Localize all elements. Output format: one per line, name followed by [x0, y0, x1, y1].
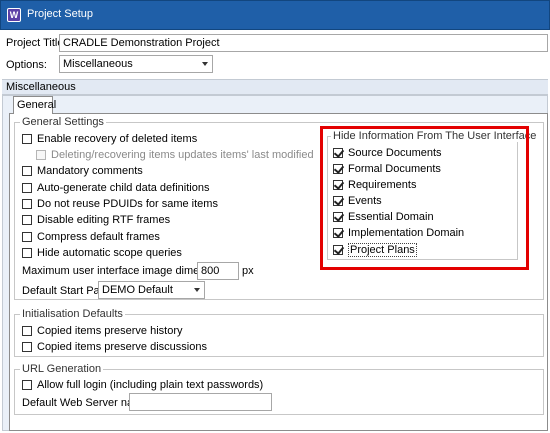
checkbox-label: Deleting/recovering items updates items'…: [51, 149, 316, 161]
preserve-history-checkbox[interactable]: Copied items preserve history: [22, 325, 183, 337]
checkbox-label: Hide automatic scope queries: [37, 247, 182, 259]
url-generation-title: URL Generation: [20, 363, 104, 375]
disable-rtf-checkbox[interactable]: Disable editing RTF frames: [22, 214, 170, 226]
checkbox-box[interactable]: [22, 215, 32, 225]
project-title-input[interactable]: CRADLE Demonstration Project: [59, 34, 548, 52]
checkbox-box[interactable]: [22, 326, 32, 336]
checkbox-box[interactable]: [22, 232, 32, 242]
web-server-input[interactable]: [129, 393, 272, 411]
checkbox-box: [36, 150, 46, 160]
max-image-dim-input[interactable]: 800: [197, 262, 239, 280]
allow-full-login-checkbox[interactable]: Allow full login (including plain text p…: [22, 379, 263, 391]
checkbox-label: Auto-generate child data definitions: [37, 182, 210, 194]
checkbox-label: Allow full login (including plain text p…: [37, 379, 264, 391]
options-selected-value: Miscellaneous: [63, 58, 133, 70]
general-settings-title: General Settings: [20, 116, 106, 128]
checkbox-label: Copied items preserve discussions: [37, 341, 207, 353]
default-start-page-dropdown[interactable]: DEMO Default: [98, 281, 205, 299]
checkbox-box[interactable]: [22, 342, 32, 352]
mandatory-comments-checkbox[interactable]: Mandatory comments: [22, 165, 143, 177]
checkbox-box[interactable]: [22, 248, 32, 258]
options-dropdown[interactable]: Miscellaneous: [59, 55, 213, 73]
window-title: Project Setup: [27, 8, 94, 20]
hide-scope-queries-checkbox[interactable]: Hide automatic scope queries: [22, 247, 182, 259]
max-image-dim-label: Maximum user interface image dimension: [22, 265, 226, 277]
checkbox-label: Copied items preserve history: [37, 325, 183, 337]
checkbox-box[interactable]: [22, 183, 32, 193]
no-reuse-pduids-checkbox[interactable]: Do not reuse PDUIDs for same items: [22, 198, 218, 210]
highlight-annotation: [320, 126, 529, 270]
checkbox-label: Disable editing RTF frames: [37, 214, 171, 226]
init-defaults-title: Initialisation Defaults: [20, 308, 125, 320]
tab-general[interactable]: General: [13, 96, 56, 114]
checkbox-label: Do not reuse PDUIDs for same items: [37, 198, 218, 210]
checkbox-box[interactable]: [22, 380, 32, 390]
default-start-page-value: DEMO Default: [102, 284, 173, 296]
chevron-down-icon: [202, 62, 208, 66]
max-image-dim-unit: px: [242, 265, 254, 277]
enable-recovery-checkbox[interactable]: Enable recovery of deleted items: [22, 133, 197, 145]
auto-generate-checkbox[interactable]: Auto-generate child data definitions: [22, 182, 209, 194]
window-titlebar: W Project Setup: [0, 0, 550, 30]
preserve-discussions-checkbox[interactable]: Copied items preserve discussions: [22, 341, 207, 353]
checkbox-box[interactable]: [22, 199, 32, 209]
checkbox-label: Compress default frames: [37, 231, 160, 243]
project-title-label: Project Title:: [6, 37, 67, 49]
app-icon: W: [7, 8, 21, 22]
checkbox-label: Enable recovery of deleted items: [37, 133, 198, 145]
checkbox-box[interactable]: [22, 166, 32, 176]
chevron-down-icon: [194, 288, 200, 292]
section-header: Miscellaneous: [2, 79, 548, 95]
compress-frames-checkbox[interactable]: Compress default frames: [22, 231, 160, 243]
checkbox-box[interactable]: [22, 134, 32, 144]
options-label: Options:: [6, 59, 47, 71]
deleting-recovering-checkbox: Deleting/recovering items updates items'…: [36, 149, 316, 161]
checkbox-label: Mandatory comments: [37, 165, 143, 177]
deleting-recovering-row-clip: Deleting/recovering items updates items'…: [36, 149, 316, 161]
